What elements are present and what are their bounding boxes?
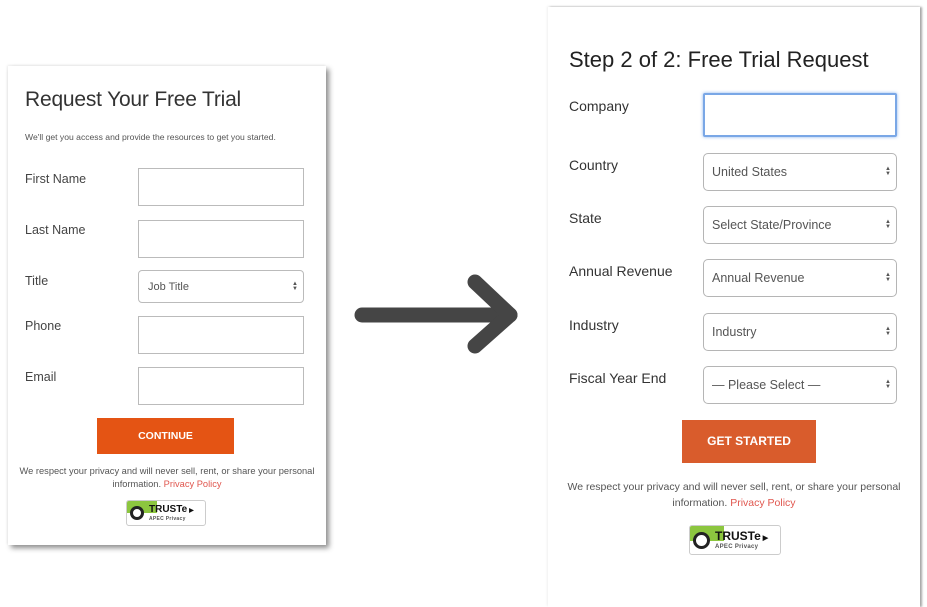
badge-play-icon: ▶ — [189, 507, 194, 514]
truste-logo-icon — [693, 531, 710, 549]
last-name-input[interactable] — [138, 220, 304, 258]
industry-select[interactable]: Industry ▲ ▼ — [703, 313, 897, 351]
continue-button[interactable]: CONTINUE — [97, 418, 234, 454]
annual-revenue-label: Annual Revenue — [569, 263, 673, 279]
select-arrows-icon: ▲ ▼ — [885, 166, 891, 177]
fiscal-year-end-value: — Please Select — — [712, 378, 821, 392]
truste-badge[interactable]: TRUSTe ▶ APEC Privacy — [126, 500, 206, 526]
country-select[interactable]: United States ▲ ▼ — [703, 153, 897, 191]
last-name-label: Last Name — [25, 223, 86, 237]
first-name-input[interactable] — [138, 168, 304, 206]
step2-form-card: Step 2 of 2: Free Trial Request Company … — [548, 7, 920, 607]
privacy-notice: We respect your privacy and will never s… — [18, 465, 316, 491]
get-started-button[interactable]: GET STARTED — [682, 420, 816, 463]
job-title-select[interactable]: Job Title ▲ ▼ — [138, 270, 304, 303]
annual-revenue-value: Annual Revenue — [712, 271, 805, 285]
title-label: Title — [25, 274, 49, 288]
step1-form-card: Request Your Free Trial We'll get you ac… — [8, 66, 326, 545]
badge-subtitle: APEC Privacy — [715, 544, 759, 550]
state-label: State — [569, 210, 602, 226]
first-name-label: First Name — [25, 172, 87, 186]
fiscal-year-end-select[interactable]: — Please Select — ▲ ▼ — [703, 366, 897, 404]
privacy-policy-link[interactable]: Privacy Policy — [164, 479, 222, 489]
step1-title: Request Your Free Trial — [25, 88, 242, 111]
select-arrows-icon: ▲ ▼ — [885, 272, 891, 283]
privacy-policy-link[interactable]: Privacy Policy — [730, 497, 795, 509]
select-arrows-icon: ▲ ▼ — [885, 326, 891, 337]
industry-value: Industry — [712, 325, 757, 339]
truste-logo-icon — [130, 506, 144, 520]
email-input[interactable] — [138, 367, 304, 405]
state-value: Select State/Province — [712, 218, 832, 232]
country-label: Country — [569, 157, 619, 173]
badge-name: TRUSTe ▶ — [715, 529, 769, 543]
privacy-notice: We respect your privacy and will never s… — [558, 479, 910, 511]
fiscal-year-end-label: Fiscal Year End — [569, 370, 667, 386]
select-arrows-icon: ▲ ▼ — [292, 280, 298, 292]
annual-revenue-select[interactable]: Annual Revenue ▲ ▼ — [703, 259, 897, 297]
country-value: United States — [712, 165, 788, 179]
company-label: Company — [569, 98, 629, 114]
arrow-right-icon — [354, 274, 518, 354]
step1-intro: We'll get you access and provide the res… — [25, 132, 276, 142]
industry-label: Industry — [569, 317, 619, 333]
select-arrows-icon: ▲ ▼ — [885, 219, 891, 230]
truste-badge[interactable]: TRUSTe ▶ APEC Privacy — [689, 525, 781, 555]
badge-subtitle: APEC Privacy — [149, 515, 186, 522]
job-title-value: Job Title — [148, 280, 189, 293]
company-input[interactable] — [703, 93, 897, 137]
badge-name: TRUSTe ▶ — [149, 503, 194, 515]
phone-input[interactable] — [138, 316, 304, 354]
step2-title: Step 2 of 2: Free Trial Request — [569, 47, 869, 72]
phone-label: Phone — [25, 319, 62, 333]
badge-play-icon: ▶ — [762, 533, 769, 542]
state-select[interactable]: Select State/Province ▲ ▼ — [703, 206, 897, 244]
email-label: Email — [25, 370, 57, 384]
select-arrows-icon: ▲ ▼ — [885, 379, 891, 390]
